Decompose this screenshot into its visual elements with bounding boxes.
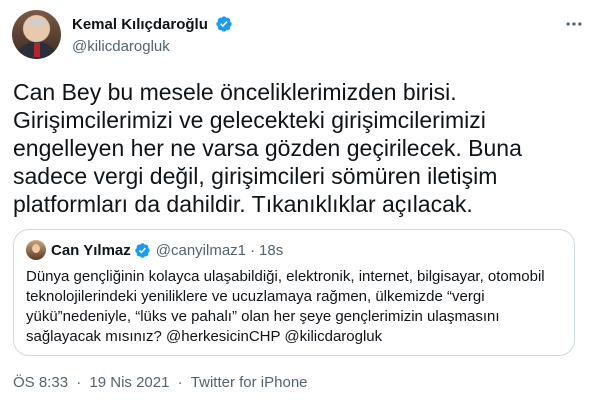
- quoted-tweet-text: Dünya gençliğinin kolayca ulaşabildiği, …: [26, 268, 545, 345]
- author-handle[interactable]: @kilicdarogluk: [72, 38, 233, 55]
- author-display-name[interactable]: Kemal Kılıçdaroğlu: [72, 16, 208, 33]
- quoted-display-name: Can Yılmaz: [51, 241, 131, 259]
- quoted-timestamp[interactable]: 18s: [259, 242, 283, 259]
- tweet-text: Can Bey bu mesele önceliklerimizden biri…: [13, 79, 522, 217]
- tweet-time[interactable]: ÖS 8:33: [13, 374, 68, 391]
- meta-separator-dot: ·: [177, 374, 183, 391]
- tweet-header: Kemal Kılıçdaroğlu @kilicdarogluk: [12, 10, 586, 60]
- tweet-meta: ÖS 8:33 · 19 Nis 2021 · Twitter for iPho…: [13, 374, 308, 391]
- quoted-avatar-face: [32, 244, 40, 253]
- quoted-tweet-header: Can Yılmaz @canyilmaz1 · 18s: [26, 240, 283, 260]
- avatar-hair: [28, 19, 46, 26]
- quoted-avatar: [26, 240, 46, 260]
- avatar-tie: [34, 43, 40, 57]
- quoted-tweet[interactable]: Can Yılmaz @canyilmaz1 · 18s Dünya gençl…: [13, 229, 575, 356]
- quoted-verified-badge-icon: [135, 242, 150, 258]
- tweet-source[interactable]: Twitter for iPhone: [191, 374, 308, 391]
- tweet-date[interactable]: 19 Nis 2021: [89, 374, 169, 391]
- quoted-separator-dot: ·: [250, 241, 256, 259]
- author-names: Kemal Kılıçdaroğlu @kilicdarogluk: [72, 15, 233, 55]
- more-horizontal-icon[interactable]: [564, 14, 584, 34]
- tweet[interactable]: Kemal Kılıçdaroğlu @kilicdarogluk Can Be…: [0, 0, 598, 405]
- verified-badge-icon: [216, 16, 233, 32]
- avatar[interactable]: [12, 10, 61, 59]
- quoted-handle: @canyilmaz1: [155, 241, 247, 259]
- meta-separator-dot: ·: [76, 374, 82, 391]
